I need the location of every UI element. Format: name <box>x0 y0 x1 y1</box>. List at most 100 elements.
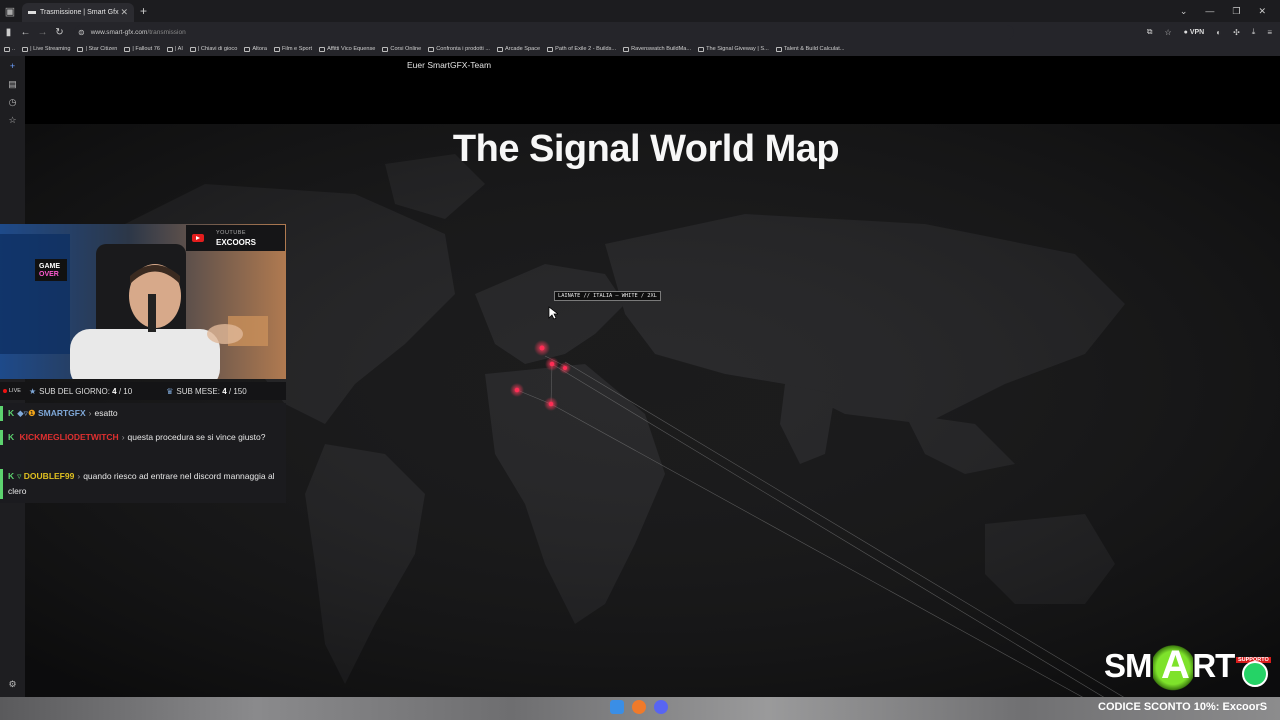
chat-username: DOUBLEF99 <box>23 471 75 481</box>
folder-icon <box>166 46 173 52</box>
bookmark-item[interactable]: | Fallout 76 <box>124 46 160 52</box>
bookmark-item[interactable]: | Chiavi di gioco <box>189 46 237 52</box>
url-field[interactable]: ⊜ www.smart-gfx.com/transmission <box>74 24 1014 40</box>
menu-icon[interactable]: ≡ <box>1267 28 1272 37</box>
sub-month-label: SUB MESE: <box>176 386 220 396</box>
sub-day-goal: / 10 <box>118 386 133 396</box>
close-window-icon[interactable]: ✕ <box>1258 6 1266 17</box>
folder-icon <box>382 46 389 52</box>
chat-text: esatto <box>94 408 118 418</box>
bookmark-item[interactable]: | AI <box>166 46 183 52</box>
mouse-cursor-icon <box>548 306 558 320</box>
map-title: The Signal World Map <box>452 128 840 170</box>
tab-bar: ▣ Trasmissione | Smart Gfx ✕ + ⌄ — ❐ ✕ <box>0 0 1280 22</box>
location-marker <box>549 361 555 367</box>
page-header: Euer SmartGFX-Team <box>25 56 1280 124</box>
location-marker <box>539 345 545 351</box>
maximize-icon[interactable]: ❐ <box>1232 6 1240 17</box>
chat-message: K ◆▿❶ SMARTGFX › esatto <box>0 406 286 421</box>
folder-icon <box>244 46 251 52</box>
youtube-label: YOUTUBE <box>216 230 247 236</box>
sidebar-add-icon[interactable]: + <box>6 60 19 73</box>
team-text: Euer SmartGFX-Team <box>407 60 492 70</box>
bookmark-item[interactable]: The Signal Giveway | S... <box>698 46 769 52</box>
forward-icon[interactable]: → <box>34 27 51 38</box>
firefox-icon[interactable] <box>632 700 646 714</box>
logo-a-emblem: A <box>1153 637 1193 693</box>
folder-icon <box>22 46 29 52</box>
taskbar-icons <box>610 700 668 714</box>
screenshot-icon[interactable]: ⧉ <box>1147 27 1153 37</box>
tab-close-icon[interactable]: ✕ <box>120 7 128 18</box>
sub-month-value: 4 <box>222 386 227 396</box>
chat-message: K KICKMEGLIODETWITCH › questa procedura se… <box>0 430 286 445</box>
bookmark-item[interactable]: Ravenswatch BuildMa... <box>623 46 691 52</box>
sub-badge-icon: ❶ <box>27 408 36 418</box>
bookmark-star-icon[interactable]: ☆ <box>1164 28 1171 37</box>
site-favicon-icon <box>547 46 554 52</box>
location-tooltip: LAINATE // ITALIA – WHITE / 2XL <box>554 291 661 301</box>
folder-icon <box>189 46 196 52</box>
bookmark-item[interactable]: Talent & Build Calculat... <box>775 46 844 52</box>
bookmark-item[interactable]: Confronta i prodotti ... <box>428 46 490 52</box>
url-path: /transmission <box>147 28 186 36</box>
sidebar-settings-icon[interactable]: ⚙ <box>6 678 19 691</box>
tab-title: Trasmissione | Smart Gfx <box>40 9 119 16</box>
folder-icon <box>77 46 84 52</box>
bookmark-item[interactable]: Affitti Vico Equense <box>319 46 375 52</box>
live-indicator: LIVE <box>3 388 21 394</box>
taskbar <box>0 697 1280 720</box>
folder-icon <box>124 46 131 52</box>
channel-name: EXCOORS <box>216 238 257 247</box>
kick-icon: K <box>8 432 15 442</box>
new-tab-icon[interactable]: + <box>140 4 147 18</box>
bookmark-item[interactable]: Path of Exile 2 - Builds... <box>547 46 616 52</box>
extension-icon[interactable]: ◐ <box>1216 28 1221 37</box>
star-icon: ★ <box>28 386 37 396</box>
download-icon[interactable]: ⤓ <box>1252 27 1256 37</box>
window-controls: ⌄ — ❐ ✕ <box>1180 6 1280 17</box>
smart-logo: SM RT A SUPPORTO <box>1100 637 1272 697</box>
site-favicon-icon <box>775 46 782 52</box>
reload-icon[interactable]: ↻ <box>51 27 68 38</box>
bookmark-item[interactable]: Arcade Space <box>496 46 540 52</box>
bookmark-item[interactable]: Altora <box>244 46 267 52</box>
tab-favicon-icon <box>28 11 36 14</box>
bookmark-item[interactable]: Film e Sport <box>273 46 312 52</box>
screen: ▣ Trasmissione | Smart Gfx ✕ + ⌄ — ❐ ✕ ▮… <box>0 0 1280 720</box>
bookmark-apps-icon[interactable]: .. <box>4 46 15 52</box>
minimize-icon[interactable]: — <box>1205 6 1214 16</box>
site-favicon-icon <box>496 46 503 52</box>
address-bar: ▮ ← → ↻ ⊜ www.smart-gfx.com/transmission… <box>0 22 1280 42</box>
sidebar-bookmarks-icon[interactable]: ☆ <box>6 114 19 127</box>
location-marker <box>548 401 554 407</box>
back-icon[interactable]: ← <box>17 27 34 38</box>
vpn-button[interactable]: ● VPN <box>1184 29 1205 36</box>
discord-icon[interactable] <box>654 700 668 714</box>
browser-tab[interactable]: Trasmissione | Smart Gfx ✕ <box>22 3 134 22</box>
kick-icon: K <box>8 471 15 481</box>
sidebar-history-icon[interactable]: ◷ <box>6 96 19 109</box>
bookmark-item[interactable]: Corsi Online <box>382 46 421 52</box>
sub-day-label: SUB DEL GIORNO: <box>39 386 110 396</box>
chat-message: K ▿ DOUBLEF99 › quando riesco ad entrare ne… <box>0 469 286 499</box>
streamer-shirt <box>70 329 220 379</box>
chat-username: KICKMEGLIODETWITCH <box>19 432 119 442</box>
svg-text:OVER: OVER <box>39 271 59 278</box>
extensions-puzzle-icon[interactable]: ✣ <box>1233 28 1240 37</box>
toolbar-right: ⧉ ☆ ● VPN ◐ ✣ ⤓ ≡ <box>1147 27 1280 37</box>
start-icon[interactable] <box>610 700 624 714</box>
bookmark-item[interactable]: | Star Citizen <box>77 46 117 52</box>
youtube-badge: YOUTUBE EXCOORS <box>186 225 285 251</box>
tab-actions-icon[interactable]: ▣ <box>0 0 20 22</box>
discount-code: CODICE SCONTO 10%: ExcoorS <box>1098 701 1268 713</box>
sub-counter-bar: LIVE ★ SUB DEL GIORNO: 4 / 10 ♛ SUB MESE… <box>0 382 286 400</box>
sidebar-workspace-icon[interactable]: ▤ <box>6 78 19 91</box>
tab-list-chevron-icon[interactable]: ⌄ <box>1180 6 1188 17</box>
microphone <box>148 294 156 332</box>
sidebar-toggle-icon[interactable]: ▮ <box>0 27 17 38</box>
crown-icon: ♛ <box>166 386 174 396</box>
bookmark-item[interactable]: | Live Streaming <box>22 46 70 52</box>
chat-overlay: K ◆▿❶ SMARTGFX › esatto K KICKMEGLIODETWITC… <box>0 403 286 503</box>
site-info-icon[interactable]: ⊜ <box>78 28 85 37</box>
